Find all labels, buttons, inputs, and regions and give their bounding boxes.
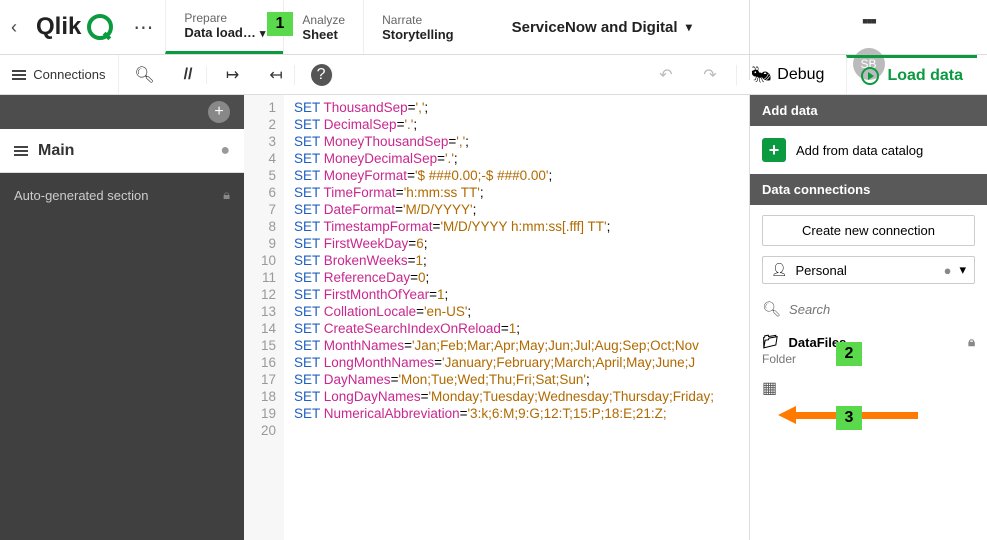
- nav-prepare-label: Data load…: [184, 25, 256, 40]
- connections-button[interactable]: Connections: [0, 55, 119, 94]
- clear-icon[interactable]: ●: [944, 263, 952, 278]
- play-icon: [861, 67, 879, 85]
- annotation-marker-2: 2: [836, 342, 862, 366]
- hamburger-icon: [14, 150, 28, 152]
- back-button[interactable]: ‹: [0, 17, 28, 38]
- add-from-catalog[interactable]: + Add from data catalog: [750, 126, 987, 174]
- app-name[interactable]: ServiceNow and Digital ▾: [472, 19, 749, 36]
- script-editor[interactable]: 1234567891011121314151617181920 SET Thou…: [244, 95, 749, 540]
- search-input[interactable]: [789, 302, 975, 317]
- add-data-panel: Add data + Add from data catalog Data co…: [749, 95, 987, 540]
- nav-narrate-label: Storytelling: [382, 27, 454, 42]
- app-menu-icon[interactable]: ⋯: [121, 15, 165, 40]
- connection-search[interactable]: 🔍︎: [750, 294, 987, 324]
- annotation-marker-1: 1: [267, 12, 293, 36]
- undo-icon[interactable]: ↶: [648, 65, 684, 85]
- hamburger-icon: [12, 74, 26, 76]
- create-connection-button[interactable]: Create new connection: [762, 215, 975, 246]
- close-icon[interactable]: ●: [220, 142, 230, 160]
- search-icon[interactable]: 🔍︎: [127, 65, 163, 85]
- lock-icon: 🔒︎: [223, 187, 230, 203]
- nav-analyze[interactable]: Analyze Sheet: [283, 0, 363, 54]
- qlik-icon: [87, 14, 113, 40]
- comment-toggle-icon[interactable]: //: [171, 66, 207, 84]
- nav-analyze-small: Analyze: [302, 13, 345, 27]
- line-gutter: 1234567891011121314151617181920: [244, 95, 284, 540]
- add-section-button[interactable]: +: [208, 101, 230, 123]
- lock-icon: 🔒︎: [968, 334, 975, 350]
- plus-icon: +: [762, 138, 786, 162]
- user-icon: 👤︎: [771, 262, 788, 278]
- folder-icon: 📁︎: [762, 334, 779, 350]
- panel-header-add-data: Add data: [750, 95, 987, 126]
- help-icon[interactable]: ?: [311, 64, 333, 86]
- connection-type: Folder: [750, 352, 987, 374]
- script-sections-sidebar: + Main ● Auto-generated section 🔒︎: [0, 95, 244, 540]
- indent-icon[interactable]: ↦: [215, 65, 251, 85]
- nav-prepare[interactable]: Prepare Data load… ▾: [165, 0, 283, 54]
- logo-text: Qlik: [36, 13, 81, 41]
- panel-header-connections: Data connections: [750, 174, 987, 205]
- chevron-down-icon[interactable]: ▾: [260, 28, 266, 40]
- search-icon: 🔍︎: [762, 300, 781, 318]
- apps-grid-icon[interactable]: ▪▪▪: [862, 11, 875, 32]
- redo-icon[interactable]: ↷: [692, 65, 728, 85]
- chevron-down-icon[interactable]: ▾: [959, 262, 966, 278]
- debug-button[interactable]: 🐜︎Debug: [736, 65, 838, 85]
- section-main[interactable]: Main ●: [0, 129, 244, 173]
- select-data-icon[interactable]: ▦: [762, 380, 777, 397]
- space-selector[interactable]: 👤︎ Personal ● ▾: [762, 256, 975, 284]
- section-auto-generated[interactable]: Auto-generated section 🔒︎: [0, 173, 244, 217]
- annotation-marker-3: 3: [836, 406, 862, 430]
- nav-narrate-small: Narrate: [382, 13, 454, 27]
- nav-prepare-small: Prepare: [184, 11, 265, 25]
- outdent-icon[interactable]: ↤: [259, 65, 295, 85]
- nav-analyze-label: Sheet: [302, 27, 345, 42]
- nav-narrate[interactable]: Narrate Storytelling: [363, 0, 472, 54]
- load-data-button[interactable]: Load data: [846, 55, 977, 94]
- code-area[interactable]: SET ThousandSep=',';SET DecimalSep='.';S…: [284, 95, 749, 540]
- bug-icon: 🐜︎: [751, 65, 771, 85]
- chevron-down-icon[interactable]: ▾: [686, 20, 692, 34]
- connection-datafiles[interactable]: 📁︎ DataFiles 🔒︎: [750, 324, 987, 352]
- qlik-logo: Qlik: [28, 13, 121, 41]
